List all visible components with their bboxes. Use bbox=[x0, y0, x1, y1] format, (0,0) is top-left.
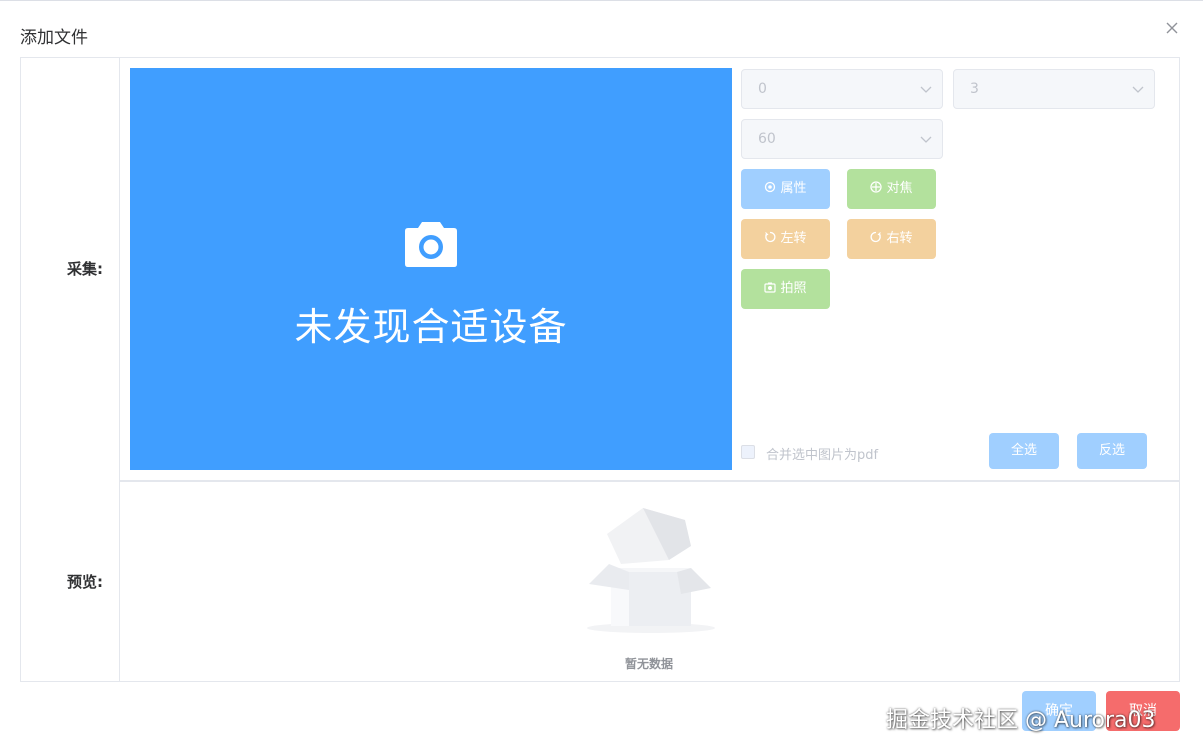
camera-icon bbox=[405, 222, 457, 267]
focus-button[interactable]: 对焦 bbox=[847, 169, 936, 209]
watermark: 掘金技术社区 @ Aurora03 bbox=[886, 708, 1156, 733]
camera-icon bbox=[764, 282, 777, 293]
rotate-right-icon bbox=[871, 231, 882, 243]
merge-pdf-checkbox[interactable] bbox=[741, 445, 755, 459]
attributes-button[interactable]: 属性 bbox=[741, 169, 830, 209]
resolution-select[interactable]: 3 bbox=[953, 69, 1155, 109]
quality-select[interactable]: 60 bbox=[741, 119, 943, 159]
no-device-message: 未发现合适设备 bbox=[294, 305, 568, 349]
divider bbox=[119, 58, 120, 681]
divider bbox=[119, 480, 1179, 482]
quality-select-value: 60 bbox=[758, 131, 776, 147]
take-photo-button-label: 拍照 bbox=[780, 281, 807, 296]
chevron-down-icon bbox=[920, 86, 932, 93]
rotate-left-icon bbox=[765, 231, 776, 243]
capture-label: 采集: bbox=[67, 260, 103, 278]
device-select[interactable]: 0 bbox=[741, 69, 943, 109]
gear-icon bbox=[765, 181, 776, 193]
rotate-left-button[interactable]: 左转 bbox=[741, 219, 830, 259]
invert-selection-button[interactable]: 反选 bbox=[1077, 433, 1147, 469]
camera-preview: 未发现合适设备 bbox=[130, 68, 732, 470]
preview-label: 预览: bbox=[67, 573, 103, 591]
rotate-left-button-label: 左转 bbox=[780, 231, 807, 246]
add-file-dialog: 添加文件 采集: 预览: 未发现合适设备 0 3 60 属性 对焦 左转 右转 … bbox=[0, 0, 1203, 751]
device-select-value: 0 bbox=[758, 81, 767, 97]
resolution-select-value: 3 bbox=[970, 81, 979, 97]
chevron-down-icon bbox=[920, 136, 932, 143]
close-icon[interactable] bbox=[1165, 21, 1181, 37]
focus-icon bbox=[870, 181, 883, 193]
chevron-down-icon bbox=[1132, 86, 1144, 93]
merge-pdf-label[interactable]: 合并选中图片为pdf bbox=[766, 444, 878, 463]
attributes-button-label: 属性 bbox=[780, 181, 807, 196]
take-photo-button[interactable]: 拍照 bbox=[741, 269, 830, 309]
focus-button-label: 对焦 bbox=[886, 181, 913, 196]
select-all-button[interactable]: 全选 bbox=[989, 433, 1059, 469]
form-table: 采集: 预览: 未发现合适设备 0 3 60 属性 对焦 左转 右转 拍照 合并… bbox=[20, 57, 1180, 682]
dialog-title: 添加文件 bbox=[20, 28, 88, 48]
rotate-right-button-label: 右转 bbox=[886, 231, 913, 246]
rotate-right-button[interactable]: 右转 bbox=[847, 219, 936, 259]
empty-box-icon bbox=[587, 508, 715, 633]
empty-state-text: 暂无数据 bbox=[624, 657, 673, 671]
